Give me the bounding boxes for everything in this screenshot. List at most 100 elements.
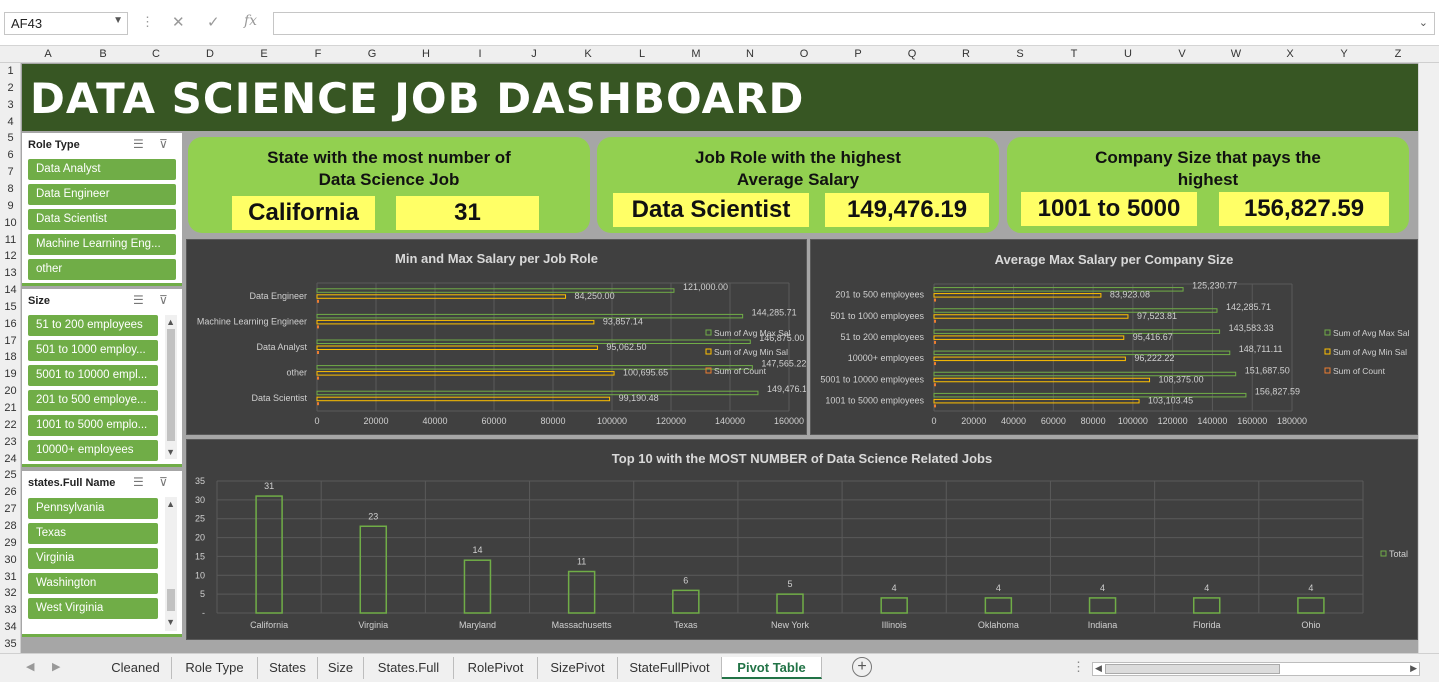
column-header[interactable]: G bbox=[368, 48, 377, 60]
scroll-thumb[interactable] bbox=[167, 589, 175, 611]
sheet-tab[interactable]: Pivot Table bbox=[722, 657, 822, 679]
column-header[interactable]: F bbox=[315, 48, 322, 60]
column-header[interactable]: L bbox=[639, 48, 645, 60]
sheet-tab[interactable]: Role Type bbox=[172, 657, 258, 679]
slicer-item[interactable]: Washington bbox=[28, 573, 158, 594]
row-header[interactable]: 6 bbox=[0, 149, 21, 161]
column-header[interactable]: J bbox=[531, 48, 537, 60]
slicer-item[interactable]: West Virginia bbox=[28, 598, 158, 619]
insert-function-icon[interactable]: fx bbox=[244, 13, 257, 29]
row-header[interactable]: 24 bbox=[0, 453, 21, 465]
column-header[interactable]: H bbox=[422, 48, 430, 60]
slicer-item[interactable]: Machine Learning Eng... bbox=[28, 234, 176, 255]
slicer-item[interactable]: 1001 to 5000 emplo... bbox=[28, 415, 158, 436]
row-header[interactable]: 25 bbox=[0, 469, 21, 481]
sheet-tab[interactable]: States.Full bbox=[364, 657, 454, 679]
row-header[interactable]: 14 bbox=[0, 284, 21, 296]
row-header[interactable]: 33 bbox=[0, 604, 21, 616]
slicer-item[interactable]: Data Analyst bbox=[28, 159, 176, 180]
column-header[interactable]: U bbox=[1124, 48, 1132, 60]
name-box[interactable]: AF43 ▼ bbox=[4, 12, 128, 35]
row-header[interactable]: 7 bbox=[0, 166, 21, 178]
scroll-thumb[interactable] bbox=[167, 329, 175, 441]
column-header[interactable]: K bbox=[584, 48, 591, 60]
more-options-icon[interactable]: ⋮ bbox=[1072, 659, 1085, 675]
row-header[interactable]: 21 bbox=[0, 402, 21, 414]
row-header[interactable]: 2 bbox=[0, 82, 21, 94]
column-header[interactable]: M bbox=[691, 48, 700, 60]
column-header[interactable]: A bbox=[44, 48, 51, 60]
row-header[interactable]: 13 bbox=[0, 267, 21, 279]
row-header[interactable]: 32 bbox=[0, 587, 21, 599]
row-header[interactable]: 12 bbox=[0, 250, 21, 262]
column-header[interactable]: P bbox=[854, 48, 861, 60]
slicer-item[interactable]: Pennsylvania bbox=[28, 498, 158, 519]
row-header[interactable]: 5 bbox=[0, 132, 21, 144]
row-header[interactable]: 16 bbox=[0, 318, 21, 330]
cancel-icon[interactable]: ✕ bbox=[172, 13, 185, 31]
sheet-tab[interactable]: Size bbox=[318, 657, 364, 679]
scroll-up-icon[interactable]: ▲ bbox=[166, 317, 175, 327]
vertical-scrollbar[interactable] bbox=[1418, 63, 1439, 653]
slicer-item[interactable]: other bbox=[28, 259, 176, 280]
column-header[interactable]: I bbox=[478, 48, 481, 60]
scroll-up-icon[interactable]: ▲ bbox=[166, 499, 175, 509]
sheet-tab[interactable]: SizePivot bbox=[538, 657, 618, 679]
row-header[interactable]: 29 bbox=[0, 537, 21, 549]
tab-scroll-right-icon[interactable]: ▶ bbox=[52, 660, 60, 673]
slicer-item[interactable]: 10000+ employees bbox=[28, 440, 158, 461]
slicer-item[interactable]: Virginia bbox=[28, 548, 158, 569]
row-header[interactable]: 27 bbox=[0, 503, 21, 515]
slicer-item[interactable]: 51 to 200 employees bbox=[28, 315, 158, 336]
row-header[interactable]: 26 bbox=[0, 486, 21, 498]
chart-top10-states[interactable]: Top 10 with the MOST NUMBER of Data Scie… bbox=[186, 439, 1418, 640]
sheet-tab[interactable]: Cleaned bbox=[100, 657, 172, 679]
slicer-item[interactable]: 5001 to 10000 empl... bbox=[28, 365, 158, 386]
multi-select-icon[interactable]: ☰ bbox=[133, 293, 144, 307]
scroll-down-icon[interactable]: ▼ bbox=[166, 447, 175, 457]
row-header[interactable]: 11 bbox=[0, 234, 21, 246]
column-header[interactable]: V bbox=[1178, 48, 1185, 60]
column-header[interactable]: C bbox=[152, 48, 160, 60]
scroll-left-icon[interactable]: ◀ bbox=[1095, 663, 1102, 674]
column-header[interactable]: N bbox=[746, 48, 754, 60]
row-header[interactable]: 35 bbox=[0, 638, 21, 650]
multi-select-icon[interactable]: ☰ bbox=[133, 137, 144, 151]
column-header[interactable]: S bbox=[1016, 48, 1023, 60]
row-header[interactable]: 8 bbox=[0, 183, 21, 195]
column-header[interactable]: D bbox=[206, 48, 214, 60]
sheet-tab[interactable]: States bbox=[258, 657, 318, 679]
column-header[interactable]: Q bbox=[908, 48, 917, 60]
confirm-icon[interactable]: ✓ bbox=[207, 13, 220, 31]
column-header[interactable]: Y bbox=[1340, 48, 1347, 60]
slicer-item[interactable]: Data Scientist bbox=[28, 209, 176, 230]
column-header[interactable]: X bbox=[1286, 48, 1293, 60]
row-header[interactable]: 18 bbox=[0, 351, 21, 363]
multi-select-icon[interactable]: ☰ bbox=[133, 475, 144, 489]
row-header[interactable]: 1 bbox=[0, 65, 21, 77]
sheet-tab[interactable]: StateFullPivot bbox=[618, 657, 722, 679]
row-header[interactable]: 23 bbox=[0, 436, 21, 448]
row-header[interactable]: 19 bbox=[0, 368, 21, 380]
column-header[interactable]: W bbox=[1231, 48, 1241, 60]
scroll-right-icon[interactable]: ▶ bbox=[1410, 663, 1417, 674]
expand-formula-icon[interactable]: ⌄ bbox=[1419, 16, 1428, 29]
row-header[interactable]: 4 bbox=[0, 116, 21, 128]
row-header[interactable]: 22 bbox=[0, 419, 21, 431]
chevron-down-icon[interactable]: ▼ bbox=[113, 15, 123, 26]
clear-filter-icon[interactable]: ⊽ bbox=[159, 137, 168, 151]
clear-filter-icon[interactable]: ⊽ bbox=[159, 475, 168, 489]
horizontal-scrollbar[interactable]: ◀ ▶ bbox=[1092, 662, 1420, 676]
column-header[interactable]: Z bbox=[1395, 48, 1402, 60]
sheet-tab[interactable]: RolePivot bbox=[454, 657, 538, 679]
chart-min-max-salary-role[interactable]: Min and Max Salary per Job Role 0 20000 40… bbox=[186, 239, 807, 435]
row-header[interactable]: 30 bbox=[0, 554, 21, 566]
row-header[interactable]: 17 bbox=[0, 335, 21, 347]
scroll-down-icon[interactable]: ▼ bbox=[166, 617, 175, 627]
row-header[interactable]: 15 bbox=[0, 301, 21, 313]
clear-filter-icon[interactable]: ⊽ bbox=[159, 293, 168, 307]
slicer-state-scrollbar[interactable] bbox=[165, 497, 177, 631]
chart-avg-max-salary-company[interactable]: Average Max Salary per Company Size 0 200… bbox=[810, 239, 1418, 435]
slicer-item[interactable]: 501 to 1000 employ... bbox=[28, 340, 158, 361]
column-header[interactable]: O bbox=[800, 48, 809, 60]
